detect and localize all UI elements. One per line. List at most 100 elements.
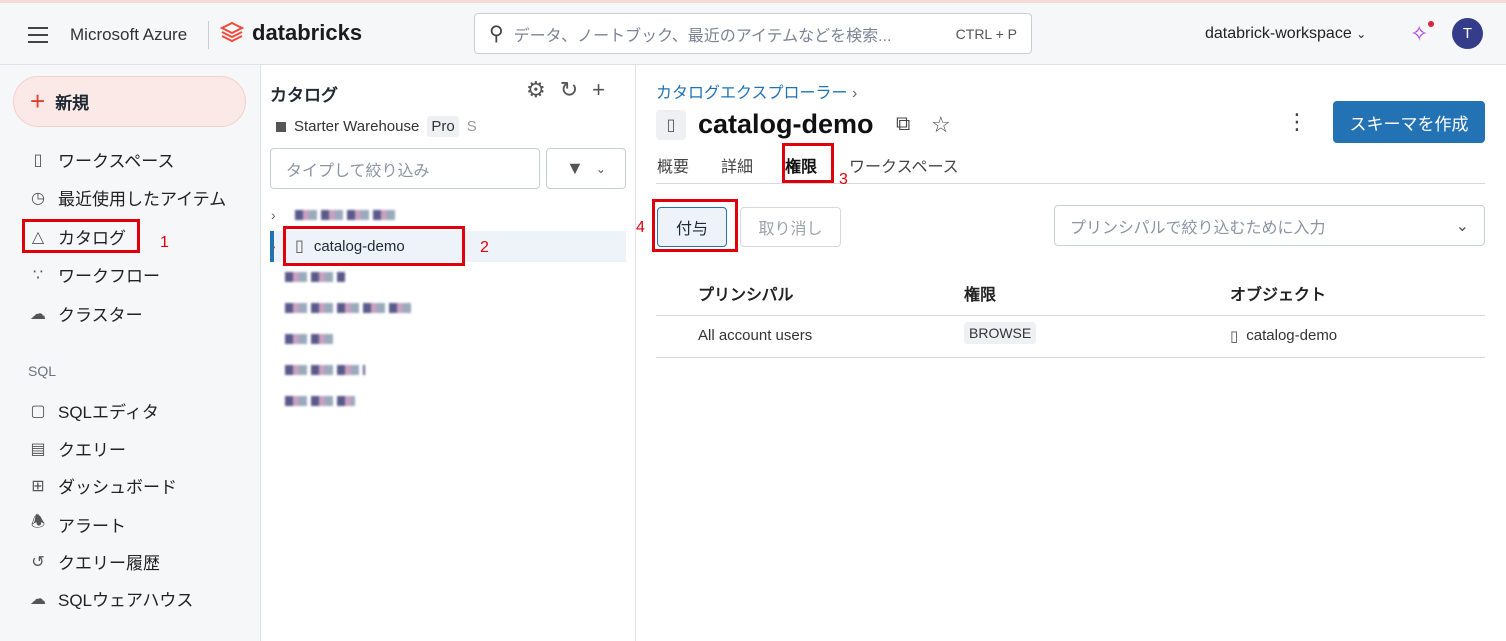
copy-icon[interactable]: ⧉ [896,113,910,136]
chevron-down-icon: ⌄ [1455,217,1469,235]
workflow-icon: ∵ [32,266,44,284]
query-icon: ▤ [30,440,46,458]
sidebar-item-alerts[interactable]: 🕭 アラート [28,511,126,538]
sql-section-heading: SQL [28,363,57,379]
page-title: catalog-demo [698,109,874,139]
avatar[interactable]: T [1452,18,1483,49]
sidebar-item-label: ワークスペース [58,152,175,171]
clock-icon: ◷ [31,189,45,207]
sidebar-item-label: クラスター [58,306,143,325]
annotation-number-3: 3 [839,171,848,188]
catalog-pane: カタログ ⚙ ↻ + Starter Warehouse Pro S タイプして絞り込み… [261,65,636,641]
annotation-box-1 [22,219,140,253]
catalog-filter-input[interactable]: タイプして絞り込み [270,148,540,189]
sidebar-item-queries[interactable]: ▤ クエリー [28,436,126,461]
divider [208,21,209,49]
tab-details[interactable]: 詳細 [721,153,753,177]
search-placeholder: データ、ノートブック、最近のアイテムなどを検索... [513,27,892,45]
catalog-pane-title: カタログ [270,86,338,105]
catalog-icon: ▯ [1230,328,1239,345]
sidebar-item-query-history[interactable]: ↺ クエリー履歴 [28,549,160,574]
terminal-icon: ▢ [30,402,46,420]
chevron-down-icon: ⌄ [1356,27,1367,41]
redacted-name [285,365,365,375]
bell-icon: 🕭 [30,514,46,531]
sidebar-item-label: 最近使用したアイテム [58,190,227,209]
sidebar-item-workspace[interactable]: ▯ ワークスペース [28,147,175,172]
sidebar-item-label: クエリー履歴 [58,554,160,573]
cell-object[interactable]: ▯ catalog-demo [1230,327,1337,345]
tree-item[interactable] [285,293,415,323]
sidebar-item-label: ダッシュボード [58,478,177,497]
annotation-number-4: 4 [636,219,645,236]
plus-icon[interactable]: + [592,77,605,103]
redacted-name [295,210,395,220]
new-label: 新規 [55,94,90,113]
breadcrumb[interactable]: カタログエクスプローラー › [656,79,857,103]
chevron-down-icon: ⌄ [595,161,606,176]
privilege-badge: BROWSE [964,322,1037,344]
main-panel: カタログエクスプローラー › ▯ catalog-demo ⧉ ☆ ⋮ スキーマ… [636,65,1506,641]
workspace-selector[interactable]: databrick-workspace ⌄ [1205,25,1366,43]
refresh-icon[interactable]: ↻ [560,77,578,103]
redacted-name [285,334,335,344]
workspace-name: databrick-workspace [1205,25,1352,42]
menu-icon[interactable] [28,27,48,43]
tree-item[interactable] [285,262,345,292]
tree-item[interactable] [285,386,355,416]
column-header-privilege[interactable]: 権限 [964,281,996,305]
kebab-menu-icon[interactable]: ⋮ [1286,109,1308,135]
search-icon: ⚲ [489,23,504,45]
top-bar: Microsoft Azure databricks ⚲ データ、ノートブック、最… [0,3,1506,65]
dashboard-icon: ⊞ [31,477,45,495]
tree-item[interactable] [285,324,335,354]
column-header-principal[interactable]: プリンシパル [698,281,794,305]
revoke-button[interactable]: 取り消し [740,207,841,247]
object-link[interactable]: catalog-demo [1246,327,1337,345]
warehouse-status-icon [276,121,286,132]
column-header-object[interactable]: オブジェクト [1230,281,1326,305]
search-input[interactable]: ⚲ データ、ノートブック、最近のアイテムなどを検索... CTRL + P [474,13,1032,54]
tab-workspaces[interactable]: ワークスペース [849,153,959,177]
tree-item[interactable] [285,355,365,385]
sidebar-item-label: SQLエディタ [58,403,159,422]
sidebar-item-clusters[interactable]: ☁ クラスター [28,301,143,326]
redacted-name [285,303,415,313]
warehouse-selector[interactable]: Starter Warehouse Pro S [276,116,477,137]
redacted-name [285,396,355,406]
annotation-number-1: 1 [160,234,169,251]
chevron-right-icon: › [271,207,276,223]
sidebar-item-sql-warehouses[interactable]: ☁ SQLウェアハウス [28,586,193,611]
search-shortcut: CTRL + P [955,25,1017,42]
assistant-sparkle-icon[interactable]: ✧ [1410,21,1434,47]
tab-divider [656,183,1485,184]
annotation-number-2: 2 [480,239,489,256]
history-icon: ↺ [31,553,45,571]
create-schema-button[interactable]: スキーマを作成 [1333,101,1485,143]
filter-dropdown-button[interactable]: ▼ ⌄ [546,148,626,189]
notebook-icon: ▯ [33,151,43,169]
annotation-box-4 [652,199,738,252]
star-icon[interactable]: ☆ [931,112,951,138]
gear-icon[interactable]: ⚙ [526,77,546,103]
warehouse-name: Starter Warehouse [294,118,420,135]
principal-filter-placeholder: プリンシパルで絞り込むために入力 [1070,219,1326,237]
redacted-name [285,272,345,282]
sidebar-item-workflows[interactable]: ∵ ワークフロー [28,262,160,287]
databricks-logo[interactable]: databricks [220,20,362,46]
plus-icon: + [30,86,46,116]
brand-label: Microsoft Azure [70,25,188,44]
product-name: databricks [252,20,363,45]
principal-filter-input[interactable]: プリンシパルで絞り込むために入力 ⌄ [1054,205,1485,246]
tab-overview[interactable]: 概要 [657,153,689,177]
sidebar-item-label: クエリー [58,441,126,460]
breadcrumb-link[interactable]: カタログエクスプローラー [656,85,848,102]
sidebar-item-sql-editor[interactable]: ▢ SQLエディタ [28,398,159,423]
filter-icon: ▼ [566,158,584,178]
sidebar-item-label: ワークフロー [58,267,160,286]
sidebar-item-recents[interactable]: ◷ 最近使用したアイテム [28,185,226,210]
sidebar-item-dashboards[interactable]: ⊞ ダッシュボード [28,473,177,498]
new-button[interactable]: + 新規 [13,76,246,127]
annotation-box-2 [283,226,465,266]
databricks-icon [220,21,244,43]
